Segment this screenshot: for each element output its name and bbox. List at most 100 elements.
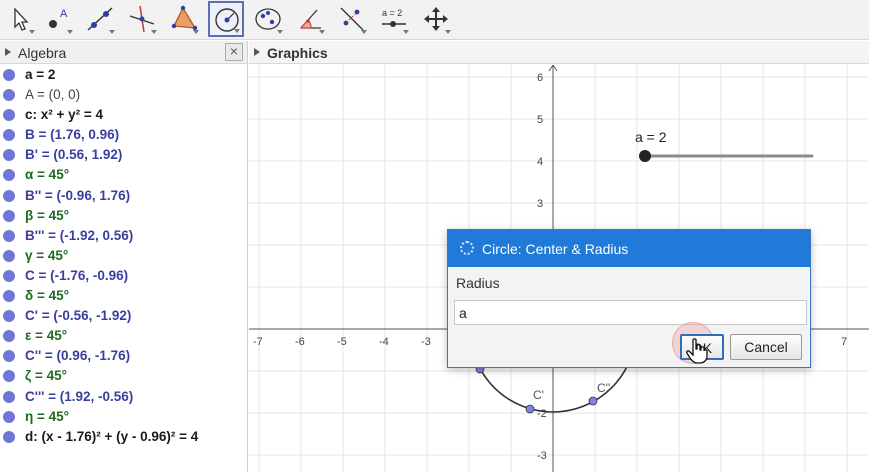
x-tick-label: 7 [841,336,847,348]
slider-a-handle[interactable] [639,150,651,162]
slider-tool-button[interactable]: a = 2 [376,1,412,37]
visibility-toggle-icon[interactable] [3,310,15,323]
algebra-item[interactable]: γ = 45° [0,246,248,266]
algebra-item[interactable]: B''' = (-1.92, 0.56) [0,226,248,246]
algebra-title: Algebra [18,45,67,61]
angle-tool-button[interactable] [292,1,328,37]
algebra-item[interactable]: C'' = (0.96, -1.76) [0,346,248,366]
collapse-caret-icon[interactable] [254,48,260,56]
visibility-toggle-icon[interactable] [3,109,15,122]
visibility-toggle-icon[interactable] [3,410,15,423]
algebra-item[interactable]: δ = 45° [0,286,248,306]
algebra-item-text: δ = 45° [25,288,69,304]
algebra-item[interactable]: C' = (-0.56, -1.92) [0,306,248,326]
visibility-toggle-icon[interactable] [3,69,15,81]
algebra-list: a = 2 A = (0, 0) c: x² + y² = 4 B = (1.76, … [0,65,248,447]
x-tick-label: -6 [295,336,305,348]
algebra-item-text: B'' = (-0.96, 1.76) [25,187,131,203]
algebra-item[interactable]: η = 45° [0,407,248,427]
graphics-title: Graphics [267,45,328,61]
x-tick-label: -3 [421,336,431,348]
algebra-item[interactable]: B'' = (-0.96, 1.76) [0,186,248,206]
visibility-toggle-icon[interactable] [3,290,15,303]
algebra-item-text: B' = (0.56, 1.92) [25,147,123,163]
visibility-toggle-icon[interactable] [3,89,15,102]
algebra-item-text: β = 45° [25,207,70,223]
algebra-item[interactable]: β = 45° [0,206,248,226]
algebra-item-text: η = 45° [25,408,70,424]
reflect-tool-button[interactable] [334,1,370,37]
cancel-button[interactable]: Cancel [730,334,802,360]
close-algebra-button[interactable]: × [225,43,243,61]
algebra-item-text: d: (x - 1.76)² + (y - 0.96)² = 4 [25,428,199,444]
svg-text:A: A [60,8,68,20]
hand-cursor-icon [686,338,708,364]
algebra-item-text: C''' = (1.92, -0.56) [25,388,134,404]
visibility-toggle-icon[interactable] [3,350,15,363]
move-tool-button[interactable] [2,1,38,37]
visibility-toggle-icon[interactable] [3,370,15,383]
algebra-item-text: C' = (-0.56, -1.92) [25,308,132,324]
point-c-prime[interactable] [525,404,535,414]
point-label-c-double-prime: C'' [597,381,610,395]
visibility-toggle-icon[interactable] [3,149,15,162]
algebra-item[interactable]: C''' = (1.92, -0.56) [0,387,248,407]
algebra-item[interactable]: C = (-1.76, -0.96) [0,266,248,286]
visibility-toggle-icon[interactable] [3,169,15,182]
visibility-toggle-icon[interactable] [3,229,15,242]
visibility-toggle-icon[interactable] [3,269,15,282]
visibility-toggle-icon[interactable] [3,430,15,443]
visibility-toggle-icon[interactable] [3,390,15,403]
visibility-toggle-icon[interactable] [3,129,15,142]
y-tick-label: 4 [537,156,543,168]
loading-spinner-icon [460,241,474,255]
algebra-item-text: C = (-1.76, -0.96) [25,267,129,283]
algebra-item[interactable]: ε = 45° [0,326,248,346]
algebra-panel: Algebra × a = 2 A = (0, 0) c: x² + y² = 4 B… [0,41,248,472]
visibility-toggle-icon[interactable] [3,249,15,262]
algebra-item[interactable]: B = (1.76, 0.96) [0,125,248,145]
collapse-caret-icon[interactable] [5,48,11,56]
visibility-toggle-icon[interactable] [3,209,15,222]
radius-input[interactable]: a [454,300,807,325]
point-tool-button[interactable]: A [40,1,76,37]
point-label-c-prime: C' [533,388,544,402]
visibility-toggle-icon[interactable] [3,189,15,202]
algebra-item-text: C'' = (0.96, -1.76) [25,348,131,364]
algebra-item[interactable]: A = (0, 0) [0,85,248,105]
polygon-tool-button[interactable] [166,1,202,37]
algebra-item[interactable]: ζ = 45° [0,366,248,386]
svg-text:a = 2: a = 2 [382,8,402,18]
y-tick-label: -3 [537,450,547,462]
x-tick-label: -7 [253,336,263,348]
circle-center-radius-tool-button[interactable] [208,1,244,37]
circle-center-radius-dialog: Circle: Center & Radius Radius a OK Canc… [447,229,811,368]
slider-a-label: a = 2 [635,129,667,145]
y-tick-label: 5 [537,114,543,126]
visibility-toggle-icon[interactable] [3,330,15,343]
move-graphics-view-tool-button[interactable] [418,1,454,37]
algebra-item[interactable]: B' = (0.56, 1.92) [0,145,248,165]
dialog-title: Circle: Center & Radius [482,241,629,257]
perpendicular-line-tool-button[interactable] [124,1,160,37]
algebra-item[interactable]: c: x² + y² = 4 [0,105,248,125]
y-tick-label: -2 [537,408,547,420]
point-c-double-prime[interactable] [588,396,598,406]
algebra-item-text: c: x² + y² = 4 [25,107,104,123]
algebra-item-text: γ = 45° [25,247,69,263]
conic-tool-button[interactable] [250,1,286,37]
algebra-item-text: A = (0, 0) [25,87,81,103]
algebra-item-text: a = 2 [25,67,56,82]
dialog-titlebar[interactable]: Circle: Center & Radius [448,230,810,267]
algebra-item[interactable]: a = 2 [0,65,248,85]
y-tick-label: 6 [537,72,543,84]
algebra-item[interactable]: α = 45° [0,165,248,185]
algebra-item[interactable]: d: (x - 1.76)² + (y - 0.96)² = 4 [0,427,248,447]
algebra-item-text: B = (1.76, 0.96) [25,127,120,143]
line-tool-button[interactable] [82,1,118,37]
y-tick-label: 3 [537,198,543,210]
graphics-header: Graphics [249,41,869,64]
algebra-item-text: B''' = (-1.92, 0.56) [25,227,134,243]
algebra-header: Algebra × [0,41,247,64]
algebra-item-text: ε = 45° [25,328,68,344]
